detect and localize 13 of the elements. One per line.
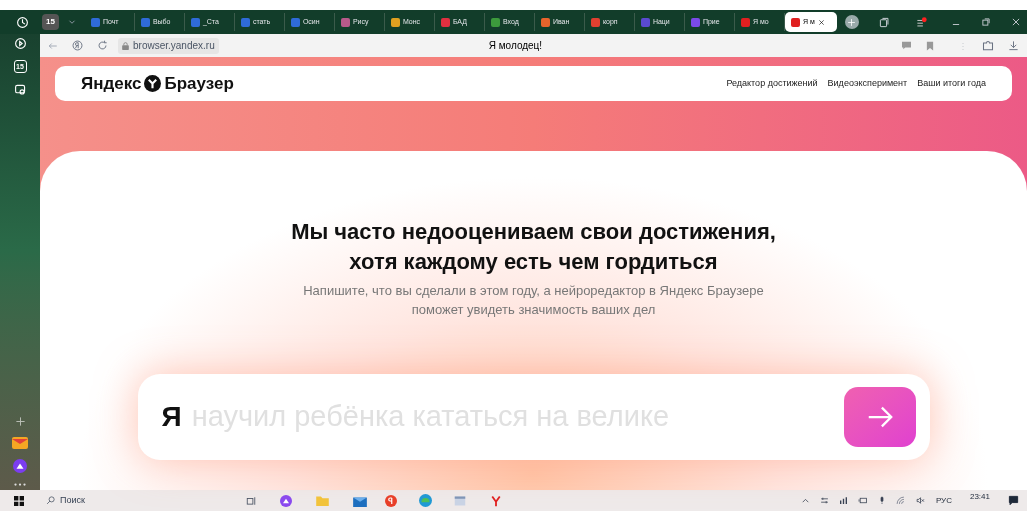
url-field[interactable]: browser.yandex.ru xyxy=(118,37,219,54)
nav-link[interactable]: Видеоэксперимент xyxy=(827,76,908,91)
input-prefix: Я xyxy=(161,400,182,434)
language-indicator[interactable]: РУС xyxy=(935,494,952,507)
hero-heading: Мы часто недооцениваем свои достижения, хотя каждому есть чем гордиться xyxy=(291,218,776,276)
clock[interactable]: 23:41 xyxy=(969,491,990,503)
tab-count-badge[interactable]: 15 xyxy=(42,14,59,30)
hero-subtitle: Напишите, что вы сделали в этом году, а нейроредактор в Яндекс Браузере поможет увидеть значимость ваших дел xyxy=(303,282,764,319)
nav-link[interactable]: Ваши итоги года xyxy=(917,76,986,91)
nav-link[interactable]: Редактор достижений xyxy=(726,76,818,91)
taskbar-search-field[interactable]: Поиск xyxy=(46,493,176,508)
yandex-browser-logo[interactable]: Яндекс Браузер xyxy=(81,70,234,97)
page-title: Я молодец! xyxy=(488,39,543,53)
